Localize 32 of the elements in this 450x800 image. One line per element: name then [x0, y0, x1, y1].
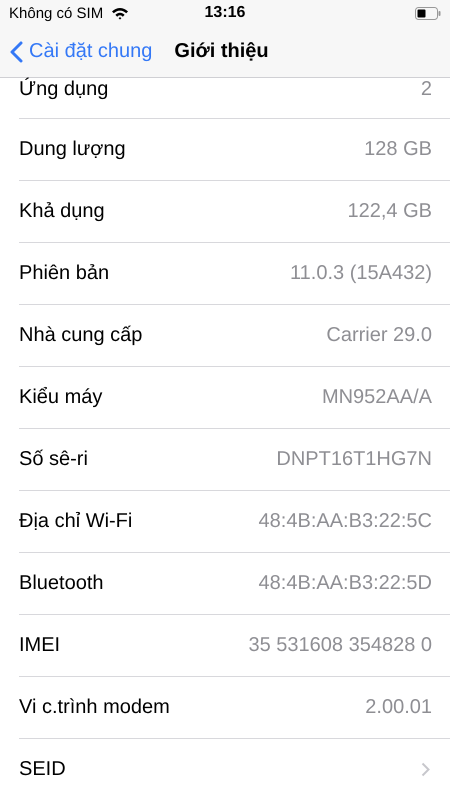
- chevron-icon: [421, 762, 430, 777]
- row-value: 48:4B:AA:B3:22:5C: [258, 510, 432, 533]
- row-value: 48:4B:AA:B3:22:5D: [258, 572, 432, 595]
- back-chevron-icon: [10, 40, 23, 62]
- row-label: Ứng dụng: [19, 78, 108, 100]
- row-label: SEID: [19, 758, 66, 781]
- row-label: Dung lượng: [19, 138, 126, 161]
- carrier-label: Không có SIM: [9, 4, 104, 22]
- page-title: Giới thiệu: [174, 40, 269, 63]
- row-label: Phiên bản: [19, 262, 110, 285]
- row-label: IMEI: [19, 634, 60, 657]
- row-value: 11.0.3 (15A432): [290, 262, 432, 285]
- row-value: 2: [420, 78, 432, 100]
- row-label: Nhà cung cấp: [19, 324, 142, 347]
- row-label: Khả dụng: [19, 200, 105, 223]
- row-value: DNPT16T1HG7N: [276, 448, 432, 471]
- battery-icon: [414, 6, 441, 20]
- row-label: Số sê-ri: [19, 448, 88, 471]
- wifi-icon: [111, 6, 130, 20]
- row-label: Bluetooth: [19, 572, 104, 595]
- row-label: Kiểu máy: [19, 386, 102, 409]
- row-value: 35 531608 354828 0: [248, 634, 432, 657]
- settings-row[interactable]: SEID: [0, 738, 450, 800]
- row-label: Vi c.trình modem: [19, 696, 170, 719]
- row-value: MN952AA/A: [322, 386, 432, 409]
- row-label: Địa chỉ Wi-Fi: [19, 510, 132, 533]
- row-value: 2.00.01: [365, 696, 432, 719]
- back-button[interactable]: Cài đặt chung: [0, 40, 152, 63]
- row-value: 128 GB: [364, 138, 432, 161]
- row-value: 122,4 GB: [347, 200, 432, 223]
- row-value: Carrier 29.0: [326, 324, 432, 347]
- clock: 13:16: [204, 4, 246, 22]
